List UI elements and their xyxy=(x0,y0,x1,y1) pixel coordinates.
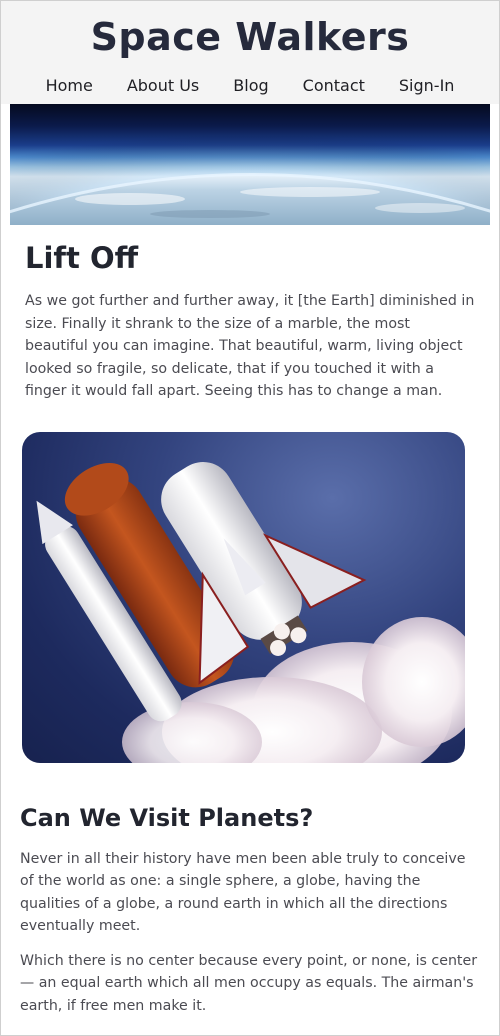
planets-paragraph-2: Which there is no center because every p… xyxy=(20,952,478,1014)
space-shuttle-illustration xyxy=(36,461,465,763)
lift-off-heading: Lift Off xyxy=(25,241,139,275)
hero-earth-image xyxy=(10,104,490,225)
nav-blog[interactable]: Blog xyxy=(216,75,285,97)
site-header: Space Walkers Home About Us Blog Contact… xyxy=(1,1,499,104)
planets-paragraph-1: Never in all their history have men been… xyxy=(20,850,466,935)
nav-contact[interactable]: Contact xyxy=(286,75,382,97)
nav-sign-in[interactable]: Sign-In xyxy=(382,75,472,97)
space-shuttle-image xyxy=(22,431,465,763)
nav-about-us[interactable]: About Us xyxy=(110,75,216,97)
site-title[interactable]: Space Walkers xyxy=(1,1,499,59)
main-content: Lift Off As we got further and further a… xyxy=(1,240,499,403)
lift-off-paragraph: As we got further and further away, it [… xyxy=(25,293,475,399)
planets-section: Can We Visit Planets? Never in all their… xyxy=(1,803,499,1018)
nav-home[interactable]: Home xyxy=(29,75,110,97)
earth-horizon-illustration xyxy=(10,104,490,225)
planets-heading: Can We Visit Planets? xyxy=(20,803,314,832)
main-nav: Home About Us Blog Contact Sign-In xyxy=(1,75,499,97)
